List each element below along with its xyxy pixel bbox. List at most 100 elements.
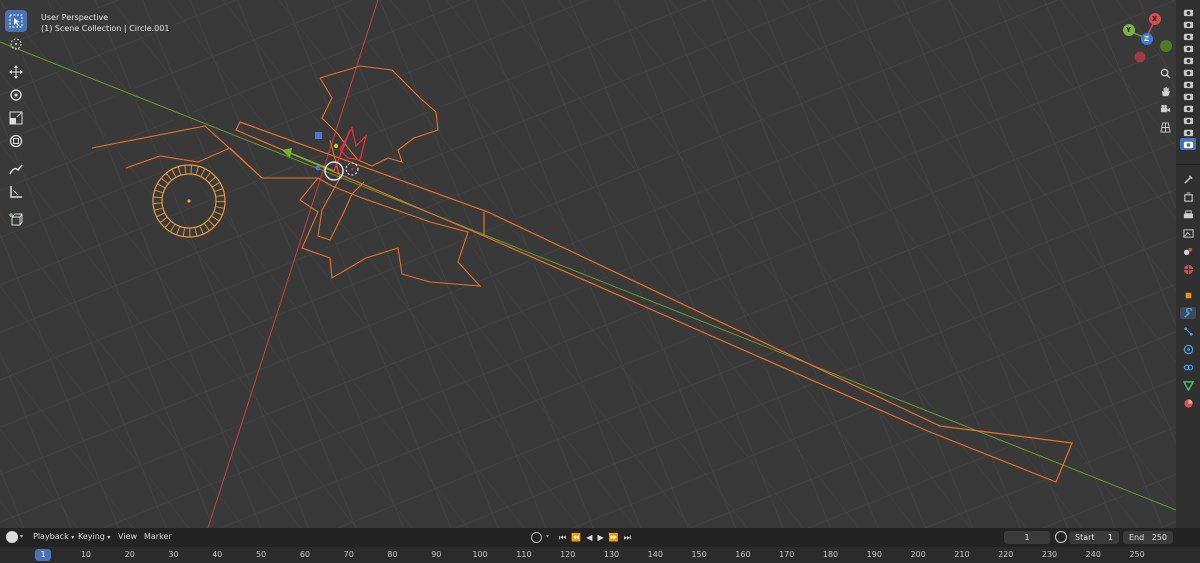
annotate-tool[interactable] <box>5 158 27 180</box>
play-icon[interactable]: ▶ <box>598 533 604 542</box>
hand-icon <box>1161 86 1170 96</box>
cursor-tool[interactable] <box>5 33 27 55</box>
tab-particles[interactable] <box>1180 325 1196 337</box>
timeline-editor: ▾ Playback ▾ Keying ▾ View Marker ▾ ⏮ ⏪ … <box>0 528 1200 563</box>
gizmo-blue-handle[interactable] <box>315 132 322 139</box>
outliner-camera-toggle[interactable] <box>1180 114 1196 126</box>
start-frame-field[interactable]: Start 1 <box>1069 531 1119 544</box>
left-toolbar <box>5 10 29 232</box>
gizmo-z-label: Z <box>1144 35 1150 43</box>
frame-tick-label: 200 <box>910 550 926 559</box>
move-tool[interactable] <box>5 61 27 83</box>
current-frame-field[interactable]: 1 <box>1004 531 1050 544</box>
tab-constraints[interactable] <box>1180 361 1196 373</box>
frame-tick-label: 30 <box>168 550 179 559</box>
frame-tick-label: 110 <box>516 550 532 559</box>
move-icon <box>9 65 23 79</box>
outliner-camera-toggle[interactable] <box>1180 6 1196 18</box>
chevron-down-icon[interactable]: ▾ <box>546 533 549 540</box>
playback-controls: ⏮ ⏪ ◀ ▶ ⏩ ⏭ <box>559 531 631 544</box>
gizmo-neg-x-axis[interactable] <box>1134 51 1146 63</box>
menu-playback[interactable]: Playback ▾ <box>33 532 74 541</box>
frame-tick-label: 90 <box>431 550 442 559</box>
3d-viewport[interactable]: User Perspective (1) Scene Collection | … <box>0 0 1176 528</box>
viewport-canvas[interactable] <box>0 0 1176 528</box>
gizmo-yellow-dot <box>333 143 339 149</box>
outliner-camera-toggle-active[interactable] <box>1180 138 1196 150</box>
jump-keyframe-forward-icon[interactable]: ⏩ <box>609 533 619 542</box>
frame-tick-label: 70 <box>343 550 354 559</box>
tab-render[interactable] <box>1180 191 1196 203</box>
add-cube-icon <box>9 213 23 226</box>
outliner-camera-toggle[interactable] <box>1180 54 1196 66</box>
outliner-camera-toggle[interactable] <box>1180 42 1196 54</box>
toggle-camera-button[interactable] <box>1156 100 1174 118</box>
frame-tick-label: 240 <box>1085 550 1101 559</box>
gizmo-x-label: X <box>1152 15 1158 23</box>
frame-tick-label: 50 <box>256 550 267 559</box>
outliner-camera-toggle[interactable] <box>1180 30 1196 42</box>
annotate-icon <box>9 164 23 175</box>
jump-end-icon[interactable]: ⏭ <box>624 533 631 543</box>
blender-window: User Perspective (1) Scene Collection | … <box>0 0 1200 563</box>
menu-marker[interactable]: Marker <box>144 532 172 541</box>
tab-data[interactable] <box>1180 379 1196 391</box>
menu-keying[interactable]: Keying ▾ <box>78 532 110 541</box>
clock-icon[interactable] <box>6 531 18 543</box>
tab-world[interactable] <box>1180 263 1196 275</box>
jump-start-icon[interactable]: ⏮ <box>559 533 566 543</box>
outliner-camera-toggle[interactable] <box>1180 126 1196 138</box>
jump-keyframe-back-icon[interactable]: ⏪ <box>571 533 581 542</box>
chevron-down-icon[interactable]: ▾ <box>20 533 23 540</box>
camera-icon <box>1183 9 1193 16</box>
camera-icon <box>1183 81 1193 88</box>
select-box-icon <box>9 14 23 28</box>
timeline-header: ▾ Playback ▾ Keying ▾ View Marker ▾ ⏮ ⏪ … <box>0 528 1200 547</box>
zoom-view-button[interactable] <box>1156 64 1174 82</box>
frame-tick-label: 220 <box>998 550 1014 559</box>
camera-icon <box>1183 105 1193 112</box>
tab-object[interactable] <box>1180 289 1196 301</box>
frame-tick-label: 140 <box>647 550 663 559</box>
frame-ruler[interactable]: 1 10 20 30 40 50 60 70 80 90 100 110 120 130 140 150 160… <box>0 547 1200 563</box>
measure-tool[interactable] <box>5 181 27 203</box>
tab-scene[interactable] <box>1180 245 1196 257</box>
current-frame-marker[interactable]: 1 <box>35 549 51 561</box>
wrench-icon <box>1183 307 1192 318</box>
scene-info: (1) Scene Collection | Circle.001 <box>41 24 170 33</box>
menu-view[interactable]: View <box>118 532 137 541</box>
tab-output[interactable] <box>1180 209 1196 221</box>
tab-view-layer[interactable] <box>1180 227 1196 239</box>
outliner-camera-toggle[interactable] <box>1180 90 1196 102</box>
zoom-icon <box>1160 68 1171 79</box>
auto-keying-toggle[interactable] <box>531 532 542 543</box>
tab-material[interactable] <box>1180 397 1196 409</box>
rotate-tool[interactable] <box>5 84 27 106</box>
select-box-tool[interactable] <box>5 10 27 32</box>
render-icon <box>1183 191 1193 202</box>
transform-tool[interactable] <box>5 130 27 152</box>
pan-view-button[interactable] <box>1156 82 1174 100</box>
start-value: 1 <box>1107 533 1113 542</box>
add-cube-tool[interactable] <box>5 209 27 231</box>
scale-tool[interactable] <box>5 107 27 129</box>
scale-icon <box>9 111 23 125</box>
frame-tick-label: 120 <box>560 550 576 559</box>
frame-tick-label: 10 <box>80 550 92 559</box>
gizmo-neg-y-axis[interactable] <box>1160 40 1172 52</box>
frame-tick-label: 210 <box>954 550 970 559</box>
outliner-camera-toggle[interactable] <box>1180 78 1196 90</box>
outliner-camera-toggle[interactable] <box>1180 102 1196 114</box>
tab-tool[interactable] <box>1180 173 1196 185</box>
grid-perspective-icon <box>1159 121 1171 133</box>
end-frame-field[interactable]: End 250 <box>1123 531 1173 544</box>
outliner-camera-toggle[interactable] <box>1180 66 1196 78</box>
tab-modifiers[interactable] <box>1180 307 1196 319</box>
play-reverse-icon[interactable]: ◀ <box>586 533 592 542</box>
start-label: Start <box>1075 533 1095 542</box>
tab-physics[interactable] <box>1180 343 1196 355</box>
toggle-perspective-button[interactable] <box>1156 118 1174 136</box>
outliner-camera-toggle[interactable] <box>1180 18 1196 30</box>
stopwatch-icon[interactable] <box>1055 531 1067 543</box>
cursor-icon <box>10 38 22 50</box>
